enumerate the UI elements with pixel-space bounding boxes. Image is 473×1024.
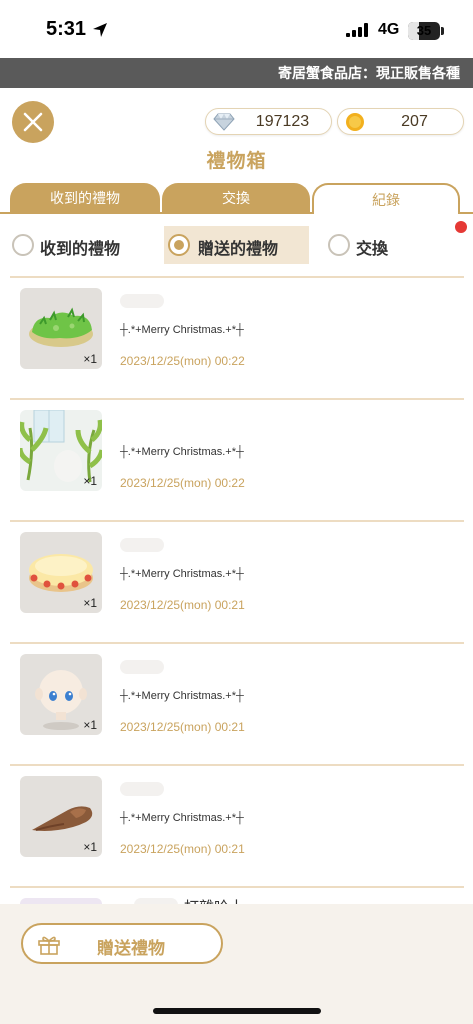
battery-icon: 35 — [408, 22, 440, 40]
radio-icon — [12, 234, 34, 256]
radio-icon — [328, 234, 350, 256]
list-item[interactable]: ×1 ┼.*+Merry Christmas.+*┼ 2023/12/25(mo… — [10, 520, 464, 642]
notification-dot — [455, 221, 467, 233]
filter-received[interactable]: 收到的禮物 — [10, 226, 135, 264]
diamond-icon — [213, 113, 235, 131]
filter-label: 贈送的禮物 — [198, 239, 279, 258]
page-title: 禮物箱 — [206, 150, 267, 172]
gift-message: ┼.*+Merry Christmas.+*┼ — [120, 812, 244, 824]
grass-patch-item-icon: ×1 — [20, 288, 102, 369]
banana-plants-item-icon: ×1 — [20, 410, 102, 491]
bottom-bar — [0, 904, 473, 1024]
list-item[interactable]: ×1 ┼.*+Merry Christmas.+*┼ 2023/12/25(mo… — [10, 764, 464, 886]
cake-item-icon: ×1 — [20, 532, 102, 613]
gift-message: ┼.*+Merry Christmas.+*┼ — [120, 324, 244, 336]
close-icon — [23, 112, 43, 132]
tab-received[interactable]: 收到的禮物 — [10, 183, 160, 214]
radio-selected-icon — [168, 234, 190, 256]
gift-record-list[interactable]: ×1 ┼.*+Merry Christmas.+*┼ 2023/12/25(mo… — [0, 264, 473, 904]
gift-date: 2023/12/25(mon) 00:21 — [120, 720, 245, 734]
signal-icon — [346, 23, 368, 37]
filter-label: 交換 — [356, 239, 389, 258]
marquee-text: 寄居蟹食品店：現正販售各種 — [278, 66, 460, 82]
filter-label: 收到的禮物 — [40, 239, 121, 258]
gift-date: 2023/12/25(mon) 00:22 — [120, 354, 245, 368]
status-time: 5:31 — [46, 18, 87, 40]
close-button[interactable] — [12, 101, 54, 143]
coin-counter[interactable]: 207 — [337, 108, 464, 135]
brown-hair-item-icon: ×1 — [20, 776, 102, 857]
send-gift-label: 贈送禮物 — [97, 939, 165, 959]
list-item[interactable]: ×1 ┼.*+Merry Christmas.+*┼ 2023/12/25(mo… — [10, 276, 464, 398]
sender-name: 打雜哈士 — [184, 896, 244, 904]
filter-sent[interactable]: 贈送的禮物 — [164, 226, 309, 264]
sender-name-blurred — [120, 294, 164, 308]
gift-message: ┼.*+Merry Christmas.+*┼ — [120, 446, 244, 458]
send-gift-button[interactable]: 贈送禮物 — [21, 923, 223, 964]
sender-name-blurred — [120, 782, 164, 796]
gift-message: ┼.*+Merry Christmas.+*┼ — [120, 568, 244, 580]
home-indicator[interactable] — [153, 1008, 321, 1014]
announcement-marquee: 寄居蟹食品店：現正販售各種 — [0, 58, 473, 88]
coin-count: 207 — [401, 113, 428, 130]
gift-date: 2023/12/25(mon) 00:21 — [120, 598, 245, 612]
list-item[interactable]: ×1 ┼.*+Merry Christmas.+*┼ 2023/12/25(mo… — [10, 642, 464, 764]
item-quantity: ×1 — [83, 352, 97, 366]
gem-count: 197123 — [255, 113, 310, 130]
item-quantity: ×1 — [83, 718, 97, 732]
status-bar: 5:31 4G 35 — [0, 0, 473, 58]
gem-counter[interactable]: 197123 — [205, 108, 332, 135]
location-arrow-icon — [93, 23, 107, 37]
doll-head-item-icon: ×1 — [20, 654, 102, 735]
tab-exchange[interactable]: 交換 — [162, 183, 310, 214]
list-item[interactable]: ×1 ┼.*+Merry Christmas.+*┼ 2023/12/25(mo… — [10, 398, 464, 520]
battery-percent: 35 — [416, 23, 432, 38]
gift-icon — [38, 936, 60, 955]
tab-records[interactable]: 紀錄 — [312, 183, 460, 214]
sender-name-blurred — [120, 538, 164, 552]
item-quantity: ×1 — [83, 840, 97, 854]
item-quantity: ×1 — [83, 474, 97, 488]
list-item[interactable]: 打雜哈士 — [10, 886, 464, 904]
network-type: 4G — [378, 21, 400, 38]
filter-exchange[interactable]: 交換 — [326, 226, 406, 264]
coin-icon — [346, 113, 364, 131]
gift-date: 2023/12/25(mon) 00:21 — [120, 842, 245, 856]
item-quantity: ×1 — [83, 596, 97, 610]
battery-tip — [441, 27, 444, 35]
sender-name-blurred — [120, 660, 164, 674]
gift-message: ┼.*+Merry Christmas.+*┼ — [120, 690, 244, 702]
gift-date: 2023/12/25(mon) 00:22 — [120, 476, 245, 490]
